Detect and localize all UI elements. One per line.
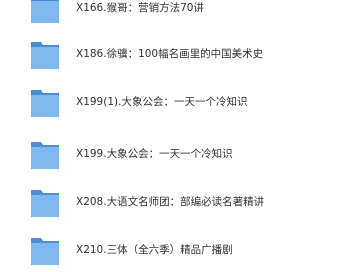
folder-icon	[30, 0, 60, 26]
file-list: X166.猴哥：营销方法70讲 X186.徐骥：100幅名画里的中国美术史 X1…	[0, 0, 340, 265]
folder-item[interactable]: X208.大语文名师团：部编必读名著精讲	[0, 184, 340, 224]
folder-name: X199.大象公会：一天一个冷知识	[76, 148, 233, 160]
folder-name: X166.猴哥：营销方法70讲	[76, 2, 204, 14]
folder-icon	[30, 136, 60, 172]
folder-icon	[30, 232, 60, 268]
folder-icon	[30, 36, 60, 72]
folder-item[interactable]: X210.三体（全六季）精品广播剧	[0, 232, 340, 272]
folder-item[interactable]: X166.猴哥：营销方法70讲	[0, 0, 340, 30]
folder-icon	[30, 184, 60, 220]
folder-name: X186.徐骥：100幅名画里的中国美术史	[76, 48, 264, 60]
folder-item[interactable]: X186.徐骥：100幅名画里的中国美术史	[0, 36, 340, 76]
folder-name: X208.大语文名师团：部编必读名著精讲	[76, 196, 265, 208]
folder-item[interactable]: X199.大象公会：一天一个冷知识	[0, 136, 340, 176]
folder-item[interactable]: X199(1).大象公会：一天一个冷知识	[0, 84, 340, 124]
folder-icon	[30, 84, 60, 120]
folder-name: X199(1).大象公会：一天一个冷知识	[76, 96, 248, 108]
folder-name: X210.三体（全六季）精品广播剧	[76, 244, 233, 256]
